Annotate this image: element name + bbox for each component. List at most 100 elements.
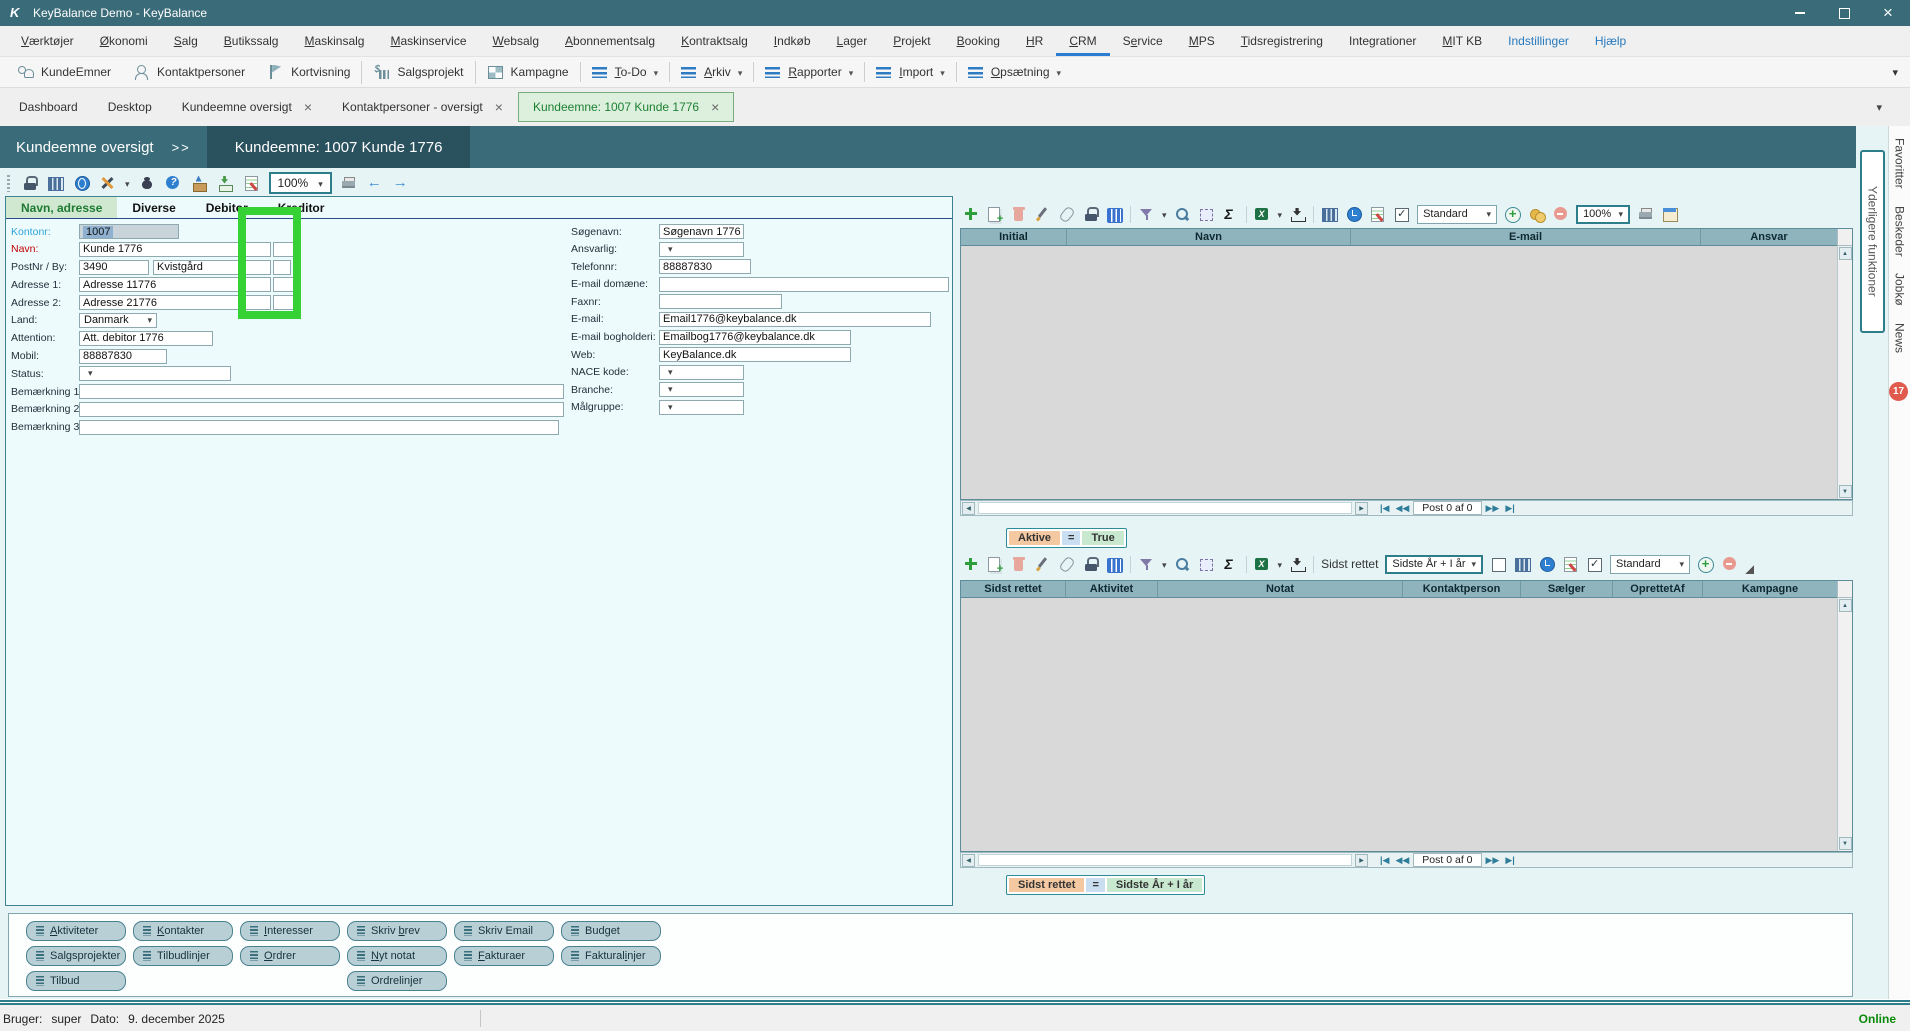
toolbar-button[interactable]: KundeEmner [6,61,122,84]
excel-export-icon[interactable] [1254,206,1271,223]
emailbogholderi-input[interactable]: Emailbog1776@keybalance.dk [659,330,851,345]
column-header[interactable]: Ansvar [1701,229,1837,245]
activities-grid-body[interactable] [961,598,1837,851]
bem3-input[interactable] [79,420,559,435]
previous-record-icon[interactable] [1393,855,1411,866]
excel-export-icon[interactable] [1254,556,1271,573]
action-button[interactable]: Nyt notat [347,946,447,966]
action-button[interactable]: Skriv brev [347,921,447,941]
minimize-button[interactable] [1778,0,1822,26]
close-tab-icon[interactable] [495,99,503,115]
action-button[interactable]: Aktiviteter [26,921,126,941]
edge-panel-tab[interactable]: Beskeder [1893,206,1907,257]
mail-icon[interactable] [935,314,951,325]
export-icon[interactable] [1289,206,1306,223]
chevron-down-icon[interactable] [1278,207,1283,221]
toolbar-button[interactable]: Arkiv [669,62,753,82]
attention-input[interactable]: Att. debitor 1776 [79,331,213,346]
history-icon[interactable] [73,175,90,192]
menu-item[interactable]: Kontraktsalg [668,26,761,56]
toolbar-button[interactable]: Import [864,62,956,82]
toolbar-button[interactable]: Opsætning [956,62,1072,82]
import-icon[interactable] [217,175,234,192]
horizontal-scrollbar[interactable] [978,854,1352,866]
mobil-input[interactable]: 88887830 [79,349,167,364]
emaildomane-input[interactable] [659,277,949,292]
mail-icon[interactable] [855,332,871,343]
attachment-icon[interactable] [1058,206,1075,223]
action-button[interactable]: Fakturaer [454,946,554,966]
sum-icon[interactable] [1222,206,1239,223]
help-icon[interactable] [165,175,182,192]
print-icon[interactable] [341,175,358,192]
remove-icon[interactable] [1721,556,1738,573]
scroll-up-icon[interactable] [1839,599,1852,612]
column-header[interactable]: Kampagne [1703,581,1837,597]
range-filter-select[interactable]: Sidste År + I år [1385,555,1483,574]
navigate-forward-icon[interactable] [393,175,410,192]
action-button[interactable]: Tilbudlinjer [133,946,233,966]
edge-panel-tab[interactable]: Favoritter [1893,138,1907,189]
document-tab[interactable]: Kontaktpersoner - oversigt [327,92,518,122]
scroll-left-icon[interactable] [962,502,975,515]
maximize-button[interactable] [1822,0,1866,26]
close-tab-icon[interactable] [304,99,312,115]
lock-icon[interactable] [1082,556,1099,573]
view-select[interactable]: Standard [1610,555,1690,574]
checkbox-icon[interactable] [1586,556,1603,573]
last-record-icon[interactable] [1503,503,1516,514]
toolbar-button[interactable]: Salgsprojekt [361,61,474,84]
table-view-icon[interactable] [1321,206,1338,223]
column-header[interactable]: Navn [1067,229,1351,245]
document-tab[interactable]: Dashboard [4,92,93,122]
chevron-down-icon[interactable] [125,176,130,190]
toolbar-overflow-chevron-icon[interactable] [1892,65,1898,79]
add-icon[interactable] [962,556,979,573]
notes-icon[interactable] [243,175,260,192]
view-select[interactable]: Standard [1417,205,1497,224]
menu-item[interactable]: MPS [1176,26,1228,56]
resize-corner-icon[interactable] [1745,565,1754,574]
tab-overflow-chevron-icon[interactable] [1876,100,1882,114]
action-button[interactable]: Interesser [240,921,340,941]
grid-zoom-select[interactable]: 100% [1576,205,1630,224]
form-tab[interactable]: Diverse [117,197,190,218]
scroll-left-icon[interactable] [962,854,975,867]
menu-item[interactable]: Abonnementsalg [552,26,668,56]
menu-item[interactable]: Projekt [880,26,943,56]
toolbar-button[interactable]: Kontaktpersoner [122,61,256,84]
add-icon[interactable] [962,206,979,223]
form-tab[interactable]: Navn, adresse [6,197,117,218]
edit-icon[interactable] [1034,206,1051,223]
menu-item[interactable]: Maskinservice [377,26,479,56]
faxnr-input[interactable] [659,294,782,309]
menu-item[interactable]: Indstillinger [1495,26,1582,56]
action-button[interactable]: Salgsprojekter [26,946,126,966]
copy-add-icon[interactable] [986,556,1003,573]
delete-icon[interactable] [1010,556,1027,573]
select-region-icon[interactable] [1198,206,1215,223]
action-button[interactable]: Ordrelinjer [347,971,447,991]
edge-panel-tab[interactable]: Jobkø [1893,273,1907,306]
ansvarlig-select[interactable] [659,242,744,257]
debug-icon[interactable] [139,175,156,192]
toolbar-button[interactable]: To-Do [580,62,670,82]
menu-item[interactable]: Butikssalg [211,26,292,56]
toolbar-button[interactable]: Kortvisning [256,61,361,84]
sum-icon[interactable] [1222,556,1239,573]
column-header[interactable]: OprettetAf [1613,581,1703,597]
zoom-select[interactable]: 100% [269,172,332,194]
chevron-down-icon[interactable] [1278,557,1283,571]
checkbox-empty-icon[interactable] [1490,556,1507,573]
next-record-icon[interactable] [1484,503,1502,514]
close-tab-icon[interactable] [711,99,719,115]
history-icon[interactable] [1345,206,1362,223]
print-icon[interactable] [1637,206,1654,223]
refresh-coins-icon[interactable] [1528,206,1545,223]
grip-handle-icon[interactable] [5,175,12,192]
search-icon[interactable] [1174,206,1191,223]
phone-icon[interactable] [738,260,748,274]
email-input[interactable]: Email1776@keybalance.dk [659,312,931,327]
first-record-icon[interactable] [1378,855,1391,866]
document-tab[interactable]: Desktop [93,92,167,122]
